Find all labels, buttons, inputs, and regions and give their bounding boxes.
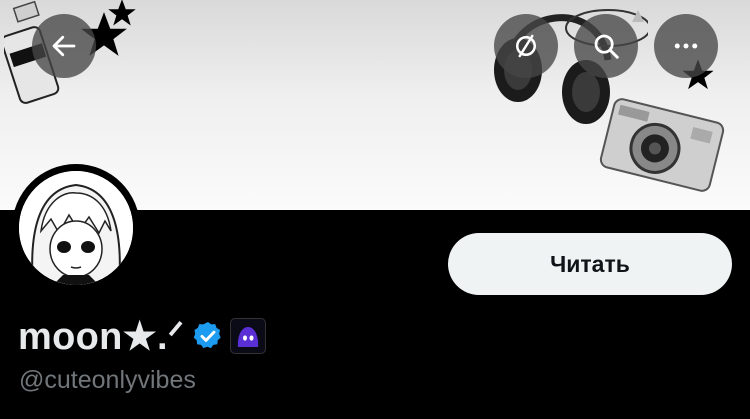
display-name: moon★.ᐟ: [18, 315, 185, 358]
purple-blob-icon: [238, 327, 259, 347]
verified-badge-icon[interactable]: [192, 320, 224, 352]
avatar-image: [19, 171, 133, 285]
anime-avatar-art: [19, 171, 133, 285]
more-icon: [674, 43, 698, 49]
affiliate-badge[interactable]: [230, 318, 267, 354]
search-button[interactable]: [574, 14, 638, 78]
avatar[interactable]: [12, 164, 140, 292]
search-icon: [594, 34, 619, 59]
name-row: moon★.ᐟ: [18, 312, 267, 360]
back-button[interactable]: [32, 14, 96, 78]
translate-toggle-button[interactable]: [494, 14, 558, 78]
follow-button[interactable]: Читать: [448, 233, 732, 295]
user-handle: @cuteonlyvibes: [19, 366, 196, 394]
no-translate-icon: [516, 34, 536, 58]
back-arrow-icon: [52, 35, 76, 57]
more-button[interactable]: [654, 14, 718, 78]
banner-camera-art: [599, 98, 725, 192]
